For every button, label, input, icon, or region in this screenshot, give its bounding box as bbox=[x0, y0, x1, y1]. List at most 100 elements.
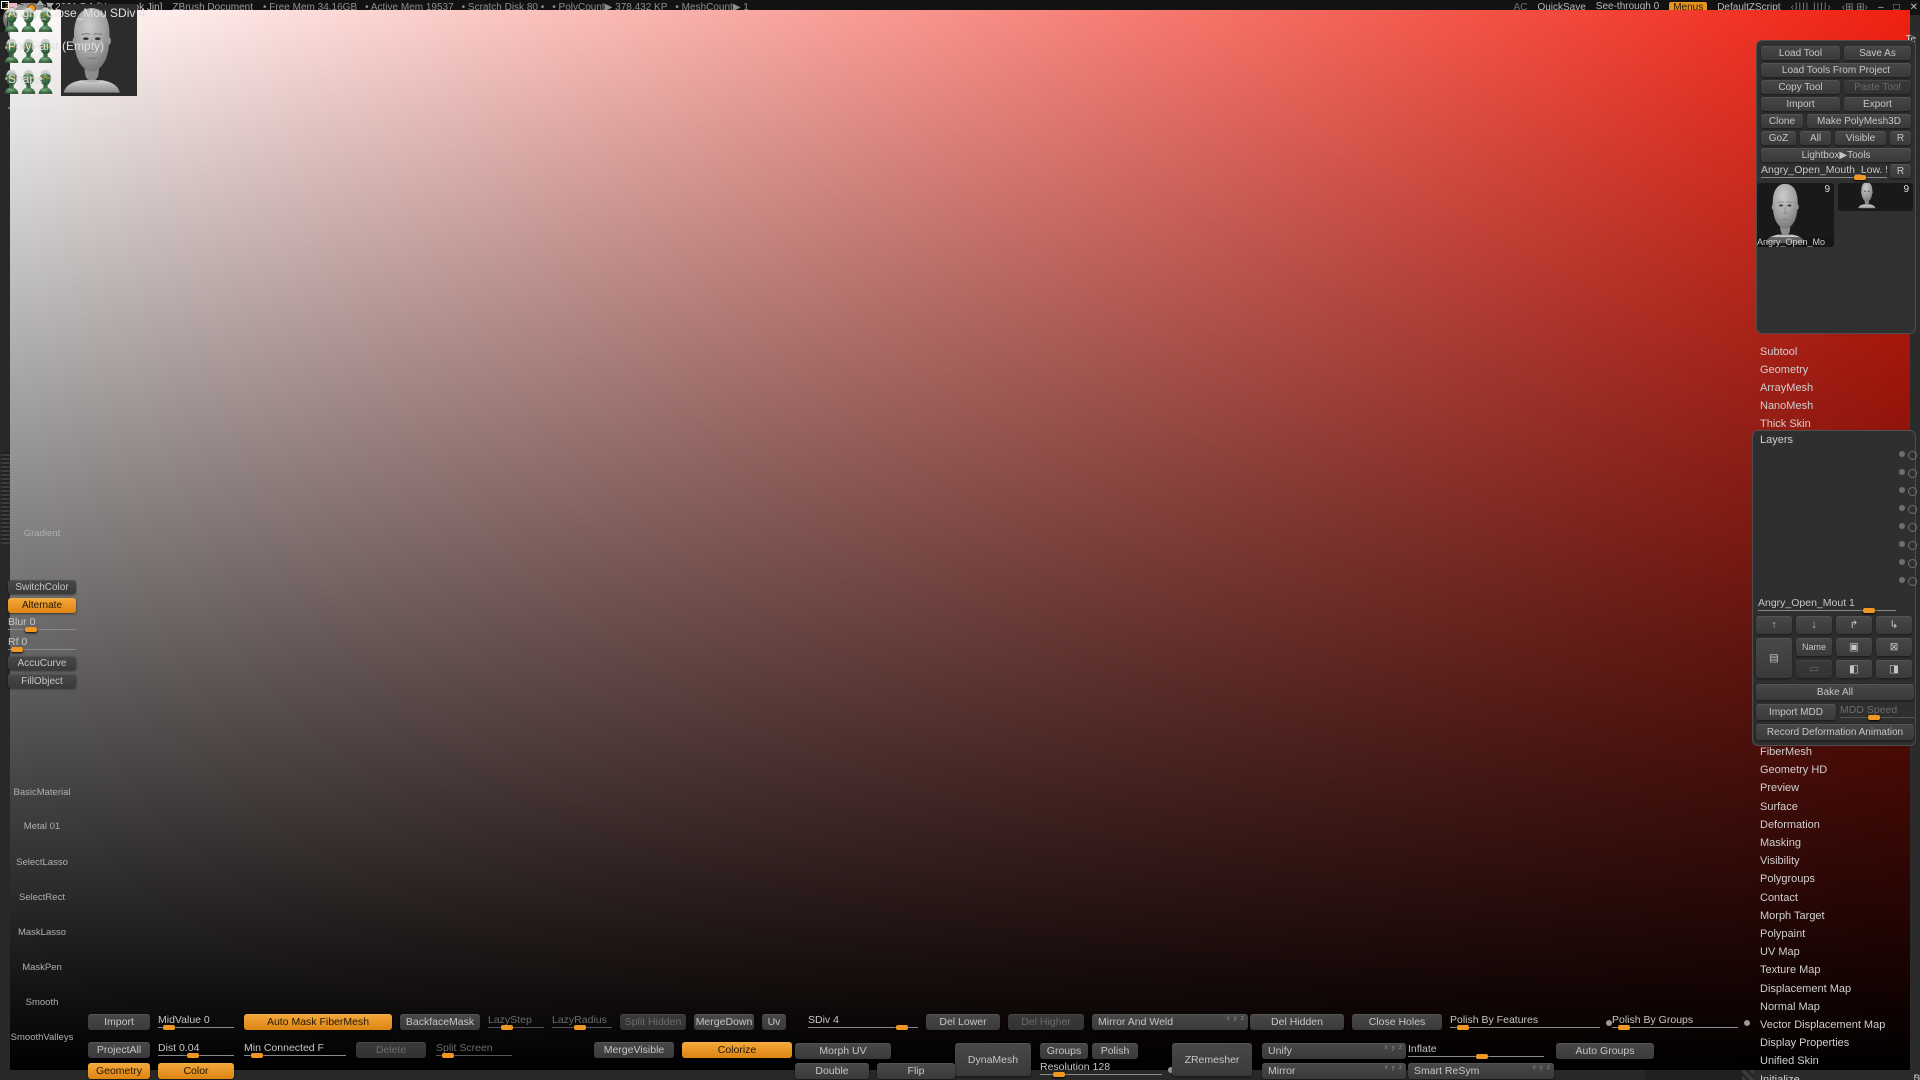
slider-dot[interactable] bbox=[1744, 1020, 1750, 1026]
fillobject-button[interactable]: FillObject bbox=[8, 674, 76, 688]
section-nanomesh[interactable]: NanoMesh bbox=[1760, 400, 1813, 412]
angry-open-mout-1-slider[interactable]: Angry_Open_Mout 1 bbox=[1758, 597, 1896, 612]
slider-track[interactable] bbox=[1758, 610, 1896, 611]
zremesher-button[interactable]: ZRemesher bbox=[1172, 1043, 1252, 1076]
mirror-button[interactable]: Mirrorx y z bbox=[1262, 1063, 1406, 1079]
angry-open-mouth-low-50-slider[interactable]: Angry_Open_Mouth_Low. 50 bbox=[1761, 164, 1887, 179]
smart-resym-button[interactable]: Smart ReSymx y z bbox=[1408, 1063, 1554, 1079]
dist-0-04-slider[interactable]: Dist 0.04 bbox=[158, 1042, 234, 1057]
polish-by-features-slider[interactable]: Polish By Features bbox=[1450, 1014, 1600, 1029]
section-polypaint[interactable]: Polypaint bbox=[1760, 928, 1805, 940]
visible-button[interactable]: Visible bbox=[1835, 131, 1886, 145]
auto-groups-button[interactable]: Auto Groups bbox=[1556, 1043, 1654, 1059]
slider-handle[interactable] bbox=[1854, 175, 1866, 180]
goz-button[interactable]: GoZ bbox=[1761, 131, 1796, 145]
xyz-axis-toggles[interactable]: x y z bbox=[1533, 1064, 1551, 1071]
slider-handle[interactable] bbox=[896, 1025, 908, 1030]
slider-handle[interactable] bbox=[11, 647, 23, 652]
slider-handle[interactable] bbox=[1457, 1025, 1469, 1030]
layer-visibility-eye-icon[interactable] bbox=[1908, 577, 1917, 586]
layer-copy-button[interactable]: ▣ bbox=[1836, 638, 1872, 656]
layer-record-dot[interactable] bbox=[1899, 541, 1905, 547]
polish-by-groups-slider[interactable]: Polish By Groups bbox=[1612, 1014, 1738, 1029]
slider-handle[interactable] bbox=[442, 1053, 454, 1058]
make-polymesh3d-button[interactable]: Make PolyMesh3D bbox=[1807, 114, 1911, 128]
section-visibility[interactable]: Visibility bbox=[1760, 855, 1800, 867]
mdd-speed-slider[interactable]: MDD Speed bbox=[1840, 704, 1914, 719]
section-geometry-hd[interactable]: Geometry HD bbox=[1760, 764, 1827, 776]
section-deformation[interactable]: Deformation bbox=[1760, 819, 1820, 831]
section-unified-skin[interactable]: Unified Skin bbox=[1760, 1055, 1819, 1067]
layer-record-dot[interactable] bbox=[1899, 523, 1905, 529]
load-tools-from-project-button[interactable]: Load Tools From Project bbox=[1761, 63, 1911, 77]
layer-visibility-eye-icon[interactable] bbox=[1908, 559, 1917, 568]
del-higher-button[interactable]: Del Higher bbox=[1008, 1014, 1084, 1030]
polish-button[interactable]: Polish bbox=[1092, 1043, 1138, 1059]
layer-record-dot[interactable] bbox=[1899, 487, 1905, 493]
mirror-and-weld-button[interactable]: Mirror And Weldx y z bbox=[1092, 1014, 1248, 1030]
section-contact[interactable]: Contact bbox=[1760, 892, 1798, 904]
close-button[interactable]: ✕ bbox=[1910, 2, 1920, 13]
r-button[interactable]: R bbox=[1890, 164, 1911, 178]
layer-down-button[interactable]: ↓ bbox=[1796, 616, 1832, 634]
split-hidden-button[interactable]: Split Hidden bbox=[620, 1014, 686, 1030]
section-masking[interactable]: Masking bbox=[1760, 837, 1801, 849]
section-geometry[interactable]: Geometry bbox=[1760, 364, 1808, 376]
layer-up-button[interactable]: ↑ bbox=[1756, 616, 1792, 634]
inflate-slider[interactable]: Inflate bbox=[1408, 1043, 1544, 1058]
save-as-button[interactable]: Save As bbox=[1844, 46, 1911, 60]
slider-handle[interactable] bbox=[574, 1025, 586, 1030]
layer-invert-button[interactable]: ◨ bbox=[1876, 660, 1912, 678]
slider-handle[interactable] bbox=[1053, 1072, 1065, 1077]
layer-duplicate-button[interactable]: ↱ bbox=[1836, 616, 1872, 634]
paste-tool-button[interactable]: Paste Tool bbox=[1844, 80, 1911, 94]
layer-list-button[interactable]: ▤ bbox=[1756, 638, 1792, 678]
layer-extra-button[interactable]: ▭ bbox=[1796, 660, 1832, 678]
layer-visibility-eye-icon[interactable] bbox=[1908, 541, 1917, 550]
slider-handle[interactable] bbox=[187, 1053, 199, 1058]
import-button[interactable]: Import bbox=[1761, 97, 1840, 111]
layer-name-button[interactable]: Name bbox=[1796, 638, 1832, 656]
section-vector-displacement-map[interactable]: Vector Displacement Map bbox=[1760, 1019, 1885, 1031]
del-lower-button[interactable]: Del Lower bbox=[926, 1014, 1000, 1030]
layer-visibility-eye-icon[interactable] bbox=[1908, 487, 1917, 496]
bake-all-button[interactable]: Bake All bbox=[1756, 684, 1914, 700]
slider-track[interactable] bbox=[1450, 1027, 1600, 1028]
slider-handle[interactable] bbox=[501, 1025, 513, 1030]
rf-0-slider[interactable]: Rf 0 bbox=[8, 636, 76, 651]
layer-record-dot[interactable] bbox=[1899, 469, 1905, 475]
colorize-button[interactable]: Colorize bbox=[682, 1042, 792, 1058]
export-button[interactable]: Export bbox=[1844, 97, 1911, 111]
sdiv-4-slider[interactable]: SDiv 4 bbox=[808, 1014, 918, 1029]
geometry-button[interactable]: Geometry bbox=[88, 1063, 150, 1079]
double-button[interactable]: Double bbox=[795, 1063, 869, 1079]
resolution-128-slider[interactable]: Resolution 128 bbox=[1040, 1061, 1162, 1076]
load-tool-button[interactable]: Load Tool bbox=[1761, 46, 1840, 60]
section-polygroups[interactable]: Polygroups bbox=[1760, 873, 1815, 885]
xyz-axis-toggles[interactable]: x y z bbox=[1385, 1044, 1403, 1051]
all-button[interactable]: All bbox=[1800, 131, 1831, 145]
auto-mask-fibermesh-button[interactable]: Auto Mask FiberMesh bbox=[244, 1014, 392, 1030]
slider-handle[interactable] bbox=[163, 1025, 175, 1030]
projectall-button[interactable]: ProjectAll bbox=[88, 1042, 150, 1058]
r-button[interactable]: R bbox=[1890, 131, 1911, 145]
layer-record-dot[interactable] bbox=[1899, 505, 1905, 511]
split-screen-slider[interactable]: Split Screen bbox=[436, 1042, 512, 1057]
section-display-properties[interactable]: Display Properties bbox=[1760, 1037, 1849, 1049]
delete-button[interactable]: Delete bbox=[356, 1042, 426, 1058]
slider-track[interactable] bbox=[1761, 177, 1887, 178]
blur-0-slider[interactable]: Blur 0 bbox=[8, 616, 76, 631]
color-button[interactable]: Color bbox=[158, 1063, 234, 1079]
section-thick-skin[interactable]: Thick Skin bbox=[1760, 418, 1811, 430]
recent-tool-thumb[interactable]: 9 bbox=[1838, 183, 1913, 211]
import-mdd-button[interactable]: Import MDD bbox=[1756, 704, 1836, 720]
groups-button[interactable]: Groups bbox=[1040, 1043, 1088, 1059]
section-texture-map[interactable]: Texture Map bbox=[1760, 964, 1821, 976]
layer-record-dot[interactable] bbox=[1899, 559, 1905, 565]
section-displacement-map[interactable]: Displacement Map bbox=[1760, 983, 1851, 995]
popup-item-shape[interactable]: Shape bbox=[8, 72, 43, 86]
slider-track[interactable] bbox=[1612, 1027, 1738, 1028]
morph-uv-button[interactable]: Morph UV bbox=[795, 1043, 891, 1059]
color-picker-square[interactable] bbox=[10, 10, 1910, 1070]
lazystep-slider[interactable]: LazyStep bbox=[488, 1014, 544, 1029]
